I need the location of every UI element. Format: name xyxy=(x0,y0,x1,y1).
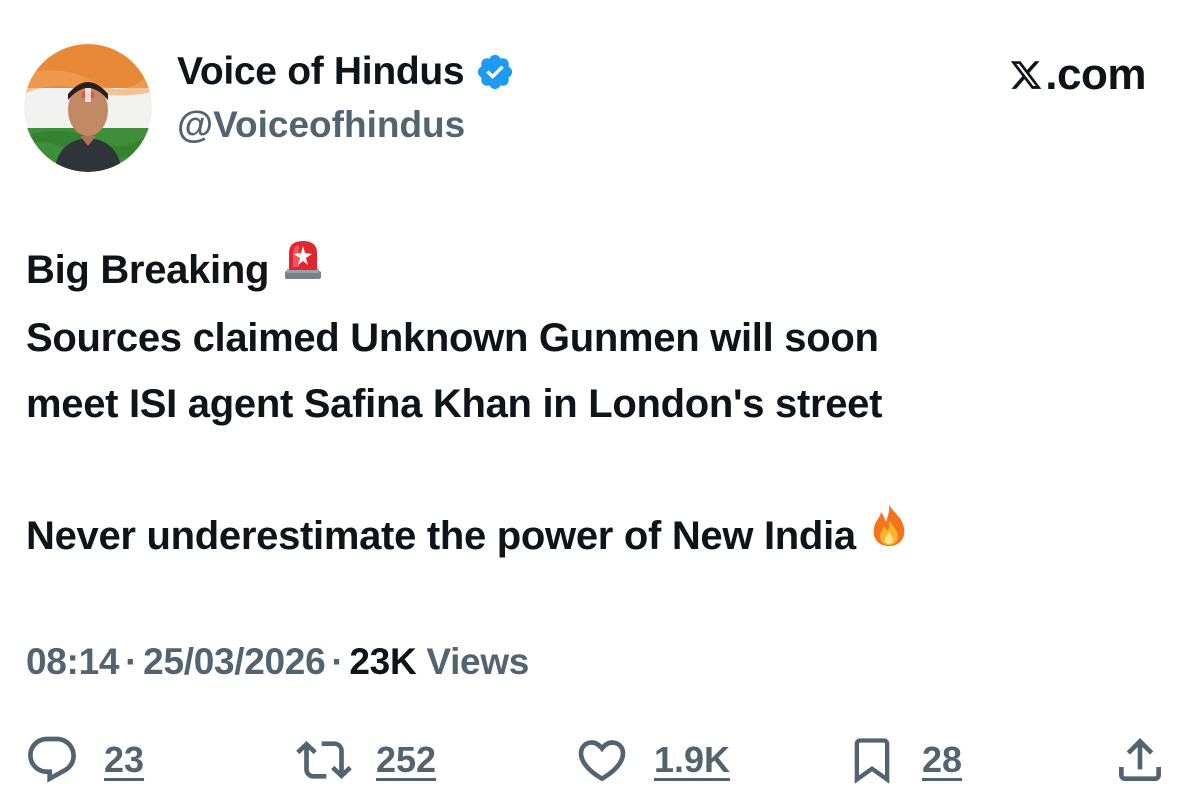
like-button[interactable]: 1.9K xyxy=(574,725,730,795)
repost-button[interactable]: 252 xyxy=(296,725,436,795)
tweet-line-1: Big Breaking xyxy=(26,237,1176,305)
tweet-meta: 08:14 · 25/03/2026 · 23K Views xyxy=(26,637,529,687)
like-icon xyxy=(574,732,630,788)
bookmark-button[interactable]: 28 xyxy=(846,725,962,795)
x-logo-icon xyxy=(1009,58,1045,92)
fire-emoji xyxy=(868,502,910,568)
tweet-line-1-text: Big Breaking xyxy=(26,248,270,292)
views-label: Views xyxy=(426,641,530,682)
verified-badge-icon[interactable] xyxy=(475,52,515,92)
like-count: 1.9K xyxy=(654,739,731,780)
action-bar: 23 252 1.9K 28 xyxy=(0,725,1200,795)
bookmark-icon xyxy=(846,732,898,788)
reply-count: 23 xyxy=(104,739,145,780)
tweet-time[interactable]: 08:14 xyxy=(26,641,119,682)
bookmark-count: 28 xyxy=(922,739,963,780)
display-name-text: Voice of Hindus xyxy=(177,50,465,93)
police-light-emoji xyxy=(281,235,325,301)
display-name[interactable]: Voice of Hindus xyxy=(177,48,515,96)
avatar[interactable] xyxy=(24,44,152,172)
reply-button[interactable]: 23 xyxy=(24,725,144,795)
repost-count: 252 xyxy=(376,739,437,780)
meta-separator: · xyxy=(331,641,344,682)
tweet-date[interactable]: 25/03/2026 xyxy=(143,641,325,682)
tweet-line-2: Sources claimed Unknown Gunmen will soon xyxy=(26,316,879,361)
user-handle[interactable]: @Voiceofhindus xyxy=(177,102,465,148)
brand-logo: .com xyxy=(1009,50,1146,100)
tweet-text: Big Breaking Sources claimed Unknown Gun… xyxy=(26,237,1176,572)
repost-icon xyxy=(296,732,352,788)
tweet-line-4: Never underestimate the power of New Ind… xyxy=(26,503,1176,571)
meta-separator: · xyxy=(125,641,138,682)
reply-icon xyxy=(24,732,80,788)
tweet-line-3: meet ISI agent Safina Khan in London's s… xyxy=(26,382,883,427)
views-count: 23K xyxy=(349,641,417,682)
share-icon xyxy=(1112,732,1168,788)
share-button[interactable] xyxy=(1112,725,1168,795)
brand-label: .com xyxy=(1045,50,1146,99)
tweet-line-4-text: Never underestimate the power of New Ind… xyxy=(26,514,856,559)
